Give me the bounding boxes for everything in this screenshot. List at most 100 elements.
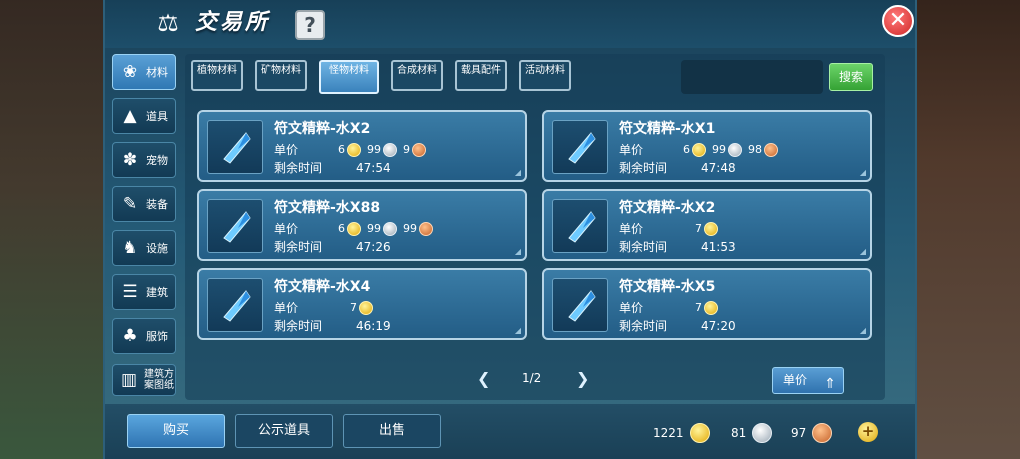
silver-coin-icon [728, 142, 742, 157]
time-row: 剩余时间 41:53 [619, 238, 736, 255]
buy-button[interactable]: 购买 [127, 414, 225, 448]
listing-card[interactable]: 符文精粹-水X5 单价 7 剩余时间 47:20 ◢ [542, 268, 872, 340]
sidebar-item-label: 宠物 [146, 153, 168, 167]
blueprint-icon: ▥ [120, 370, 138, 390]
time-remaining: 47:20 [701, 318, 736, 333]
sidebar-item-label: 装备 [146, 197, 168, 211]
close-button[interactable]: ✕ [882, 5, 914, 37]
search-button[interactable]: 搜索 [829, 63, 873, 91]
sidebar-item-buildings[interactable]: ☰ 建筑 [112, 274, 176, 310]
sidebar-item-blueprints[interactable]: ▥ 建筑方案图纸 [112, 364, 176, 396]
listing-card[interactable]: 符文精粹-水X1 单价 6 99 98 剩余时间 47:48 ◢ [542, 110, 872, 182]
price-label: 单价 [619, 143, 644, 157]
tab-event-materials[interactable]: 活动材料 [519, 60, 571, 91]
gold-coin-icon [359, 300, 373, 315]
listing-card[interactable]: 符文精粹-水X88 单价 6 99 99 剩余时间 47:26 ◢ [197, 189, 527, 261]
listing-card[interactable]: 符文精粹-水X2 单价 6 99 9 剩余时间 47:54 ◢ [197, 110, 527, 182]
clothing-icon: ♣ [122, 326, 138, 346]
wallet-bronze: 97 [791, 423, 833, 443]
facility-icon: ♞ [122, 238, 138, 258]
prev-page-button[interactable]: ❮ [477, 369, 490, 388]
flask-icon: ▲ [123, 106, 137, 126]
price-label: 单价 [619, 222, 644, 236]
gold-coin-icon [347, 142, 361, 157]
gold-coin-icon [347, 221, 361, 236]
time-label: 剩余时间 [619, 240, 668, 254]
sidebar-item-equipment[interactable]: ✎ 装备 [112, 186, 176, 222]
silver-coin-icon [383, 142, 397, 157]
listing-name: 符文精粹-水X2 [274, 121, 371, 137]
silver-amount: 99 [367, 222, 381, 235]
tab-mineral-materials[interactable]: 矿物材料 [255, 60, 307, 91]
corner-mark-icon: ◢ [514, 326, 521, 335]
time-label: 剩余时间 [619, 319, 668, 333]
bronze-amount: 9 [403, 143, 410, 156]
bronze-coin-icon [764, 142, 778, 157]
corner-mark-icon: ◢ [514, 247, 521, 256]
building-icon: ☰ [122, 282, 138, 302]
listing-card[interactable]: 符文精粹-水X4 单价 7 剩余时间 46:19 ◢ [197, 268, 527, 340]
tab-vehicle-parts[interactable]: 载具配件 [455, 60, 507, 91]
exchange-panel: ⚖ 交易所 ? ✕ ❀ 材料 ▲ 道具 ✽ 宠物 ✎ 装备 ♞ 设施 ☰ 建筑 [103, 0, 917, 459]
time-label: 剩余时间 [274, 319, 323, 333]
corner-mark-icon: ◢ [859, 168, 866, 177]
price-row: 单价 6 99 9 [274, 141, 432, 158]
rune-crystal-icon [207, 278, 263, 332]
silver-amount: 99 [367, 143, 381, 156]
materials-icon: ❀ [122, 62, 138, 82]
sidebar-item-facilities[interactable]: ♞ 设施 [112, 230, 176, 266]
search-input[interactable] [681, 60, 823, 94]
sidebar-item-label: 设施 [146, 241, 168, 255]
sidebar-item-pets[interactable]: ✽ 宠物 [112, 142, 176, 178]
time-label: 剩余时间 [274, 161, 323, 175]
tab-monster-materials[interactable]: 怪物材料 [319, 60, 379, 94]
gold-amount: 7 [695, 222, 702, 235]
price-label: 单价 [619, 301, 644, 315]
public-items-button[interactable]: 公示道具 [235, 414, 333, 448]
scene-left [0, 0, 103, 459]
corner-mark-icon: ◢ [859, 247, 866, 256]
price-row: 单价 6 99 98 [619, 141, 784, 158]
price-label: 单价 [274, 301, 299, 315]
silver-balance: 81 [731, 426, 747, 440]
sidebar-item-label: 材料 [146, 65, 168, 79]
sidebar-item-clothing[interactable]: ♣ 服饰 [112, 318, 176, 354]
bottom-bar: 购买 公示道具 出售 1221 81 97 + [105, 404, 915, 459]
sidebar-item-materials[interactable]: ❀ 材料 [112, 54, 176, 90]
help-button[interactable]: ? [295, 10, 325, 40]
listing-card[interactable]: 符文精粹-水X2 单价 7 剩余时间 41:53 ◢ [542, 189, 872, 261]
silver-coin-icon [752, 423, 773, 443]
listing-name: 符文精粹-水X1 [619, 121, 716, 137]
sort-by-price-button[interactable]: 单价 ⇑ [772, 367, 844, 394]
gold-amount: 7 [695, 301, 702, 314]
price-row: 单价 7 [619, 220, 724, 237]
price-row: 单价 7 [274, 299, 379, 316]
tab-plant-materials[interactable]: 植物材料 [191, 60, 243, 91]
listing-name: 符文精粹-水X4 [274, 279, 371, 295]
time-remaining: 47:26 [356, 239, 391, 254]
bronze-coin-icon [412, 142, 426, 157]
sort-label: 单价 [783, 373, 808, 387]
time-remaining: 47:54 [356, 160, 391, 175]
sell-button[interactable]: 出售 [343, 414, 441, 448]
sidebar-item-label: 建筑方案图纸 [144, 369, 175, 391]
next-page-button[interactable]: ❯ [576, 369, 589, 388]
window-title: 交易所 [195, 10, 271, 35]
rune-crystal-icon [552, 120, 608, 174]
add-currency-button[interactable]: + [858, 422, 878, 442]
gold-balance: 1221 [653, 426, 684, 440]
sort-arrow-icon: ⇑ [824, 376, 836, 392]
page-indicator: 1/2 [522, 371, 542, 385]
gold-amount: 7 [350, 301, 357, 314]
sword-icon: ✎ [122, 194, 138, 214]
tab-crafting-materials[interactable]: 合成材料 [391, 60, 443, 91]
scene-right [917, 0, 1020, 459]
sidebar-item-label: 服饰 [146, 329, 168, 343]
bronze-amount: 99 [403, 222, 417, 235]
silver-coin-icon [383, 221, 397, 236]
gold-amount: 6 [338, 222, 345, 235]
silver-amount: 99 [712, 143, 726, 156]
price-label: 单价 [274, 222, 299, 236]
sidebar-item-items[interactable]: ▲ 道具 [112, 98, 176, 134]
price-label: 单价 [274, 143, 299, 157]
